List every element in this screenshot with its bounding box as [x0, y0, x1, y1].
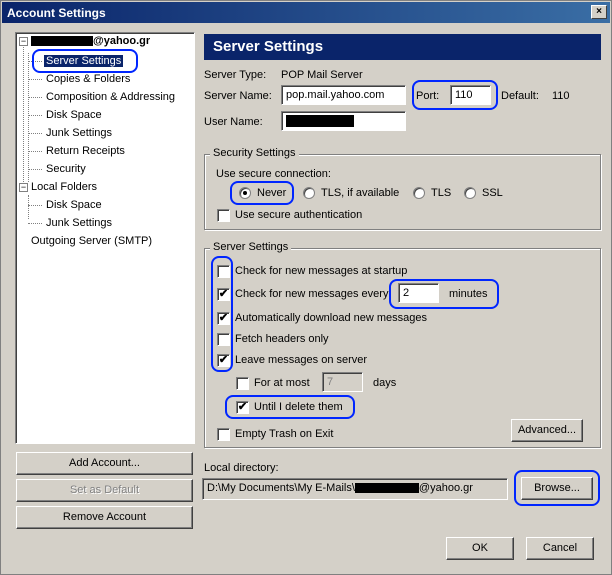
local-directory-label: Local directory:: [204, 462, 279, 474]
radio-tls[interactable]: [413, 187, 425, 199]
tree-connector: [28, 223, 42, 224]
tree-item-composition[interactable]: Composition & Addressing: [46, 89, 175, 105]
server-type-label: Server Type:: [204, 69, 267, 81]
title-bar: Account Settings ×: [2, 2, 610, 23]
radio-ssl[interactable]: [464, 187, 476, 199]
highlight-checkboxes: [211, 256, 233, 372]
account-tree: − @yahoo.gr Server Settings Copies & Fol…: [15, 32, 195, 444]
tree-item-local-folders[interactable]: Local Folders: [31, 179, 97, 195]
tree-item-copies-folders[interactable]: Copies & Folders: [46, 71, 130, 87]
remove-account-button[interactable]: Remove Account: [16, 506, 193, 529]
highlight-until-delete: [225, 395, 355, 419]
default-port-value: 110: [552, 90, 570, 102]
days-field[interactable]: 7: [322, 372, 363, 392]
highlight-never: [230, 181, 294, 205]
tree-item-outgoing-server[interactable]: Outgoing Server (SMTP): [31, 233, 152, 249]
highlight-port: [412, 80, 498, 110]
server-settings-title: Server Settings: [210, 241, 292, 253]
tree-item-local-junk-settings[interactable]: Junk Settings: [46, 215, 112, 231]
account-name-suffix: @yahoo.gr: [93, 35, 151, 47]
highlight-server-settings: [32, 49, 138, 73]
server-name-field[interactable]: pop.mail.yahoo.com: [281, 85, 406, 105]
use-secure-label: Use secure connection:: [216, 168, 331, 180]
check-every-label[interactable]: Check for new messages every: [235, 288, 388, 300]
window-title: Account Settings: [7, 6, 106, 20]
empty-trash-label[interactable]: Empty Trash on Exit: [235, 428, 333, 440]
tree-item-security[interactable]: Security: [46, 161, 86, 177]
cancel-button[interactable]: Cancel: [526, 537, 594, 560]
tree-item-account[interactable]: @yahoo.gr: [31, 33, 150, 49]
server-type-value: POP Mail Server: [281, 69, 363, 81]
tree-item-disk-space[interactable]: Disk Space: [46, 107, 102, 123]
redacted-user-name: [286, 115, 354, 128]
empty-trash-checkbox[interactable]: [217, 428, 230, 441]
user-name-label: User Name:: [204, 116, 263, 128]
tree-connector: [28, 79, 42, 80]
security-settings-title: Security Settings: [210, 147, 299, 159]
default-port-label: Default:: [501, 90, 539, 102]
tree-connector: [23, 47, 24, 192]
ok-button[interactable]: OK: [446, 537, 514, 560]
radio-tls-if-available[interactable]: [303, 187, 315, 199]
tree-connector: [28, 133, 42, 134]
directory-path-prefix: D:\My Documents\My E-Mails\: [207, 482, 355, 494]
add-account-button[interactable]: Add Account...: [16, 452, 193, 475]
tree-item-return-receipts[interactable]: Return Receipts: [46, 143, 125, 159]
local-directory-field: D:\My Documents\My E-Mails\ @yahoo.gr: [202, 478, 508, 500]
check-startup-label[interactable]: Check for new messages at startup: [235, 265, 407, 277]
tree-connector: [28, 169, 42, 170]
tree-item-junk-settings[interactable]: Junk Settings: [46, 125, 112, 141]
radio-tls-if-available-label[interactable]: TLS, if available: [321, 187, 399, 199]
radio-ssl-label[interactable]: SSL: [482, 187, 503, 199]
radio-tls-label[interactable]: TLS: [431, 187, 451, 199]
leave-on-server-label[interactable]: Leave messages on server: [235, 354, 367, 366]
days-label: days: [373, 377, 397, 389]
collapse-icon[interactable]: −: [19, 183, 28, 192]
account-settings-window: Account Settings × − @yahoo.gr Server Se…: [0, 0, 612, 575]
redacted-directory-name: [354, 483, 419, 494]
tree-connector: [28, 115, 42, 116]
user-name-field[interactable]: [281, 111, 406, 131]
fetch-headers-label[interactable]: Fetch headers only: [235, 333, 329, 345]
tree-connector: [28, 195, 29, 219]
redacted-account-name: [31, 36, 93, 47]
tree-connector: [28, 97, 42, 98]
close-icon[interactable]: ×: [591, 5, 607, 19]
highlight-browse: [514, 470, 600, 506]
tree-connector: [28, 53, 29, 182]
advanced-button[interactable]: Advanced...: [511, 419, 583, 442]
tree-connector: [28, 151, 42, 152]
tree-item-local-disk-space[interactable]: Disk Space: [46, 197, 102, 213]
server-name-label: Server Name:: [204, 90, 272, 102]
highlight-minutes: [389, 279, 499, 309]
for-at-most-checkbox[interactable]: [236, 377, 249, 390]
secure-auth-checkbox[interactable]: [217, 209, 230, 222]
tree-connector: [28, 205, 42, 206]
page-title: Server Settings: [204, 34, 601, 60]
directory-path-suffix: @yahoo.gr: [418, 482, 473, 494]
collapse-icon[interactable]: −: [19, 37, 28, 46]
set-default-button[interactable]: Set as Default: [16, 479, 193, 502]
auto-download-label[interactable]: Automatically download new messages: [235, 312, 427, 324]
for-at-most-label[interactable]: For at most: [254, 377, 310, 389]
secure-auth-label[interactable]: Use secure authentication: [235, 209, 362, 221]
